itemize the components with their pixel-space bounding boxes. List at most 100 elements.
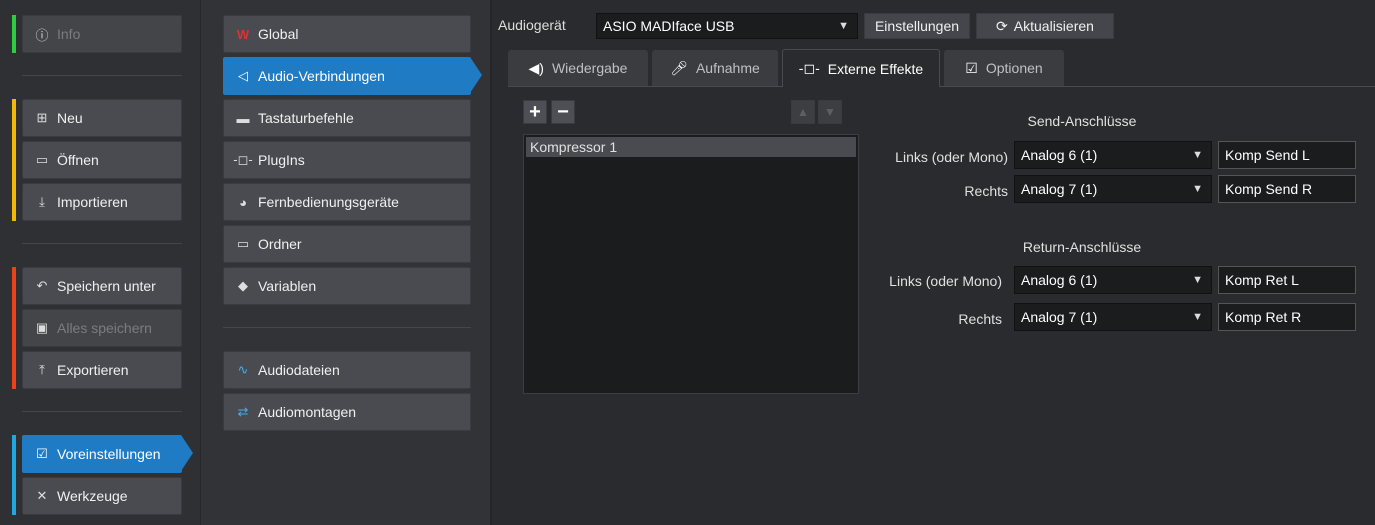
- open-label: Öffnen: [57, 152, 99, 168]
- category-plugins[interactable]: -◻- PlugIns: [223, 141, 471, 179]
- options-icon: ☑: [965, 59, 978, 76]
- active-arrow: [470, 57, 482, 93]
- settings-label: Einstellungen: [874, 18, 960, 34]
- category-variables[interactable]: ◆ Variablen: [223, 267, 471, 305]
- save-as-icon: ↶: [36, 278, 48, 293]
- category-label: PlugIns: [258, 152, 305, 168]
- category-audio-connections[interactable]: ◁ Audio-Verbindungen: [223, 57, 482, 95]
- info-icon: ⓘ: [35, 27, 49, 43]
- tab-options[interactable]: ☑ Optionen: [944, 50, 1064, 86]
- export-button[interactable]: ⤒ Exportieren: [22, 351, 182, 389]
- microphone-icon: 🎤︎: [670, 59, 688, 76]
- file-menu-panel: ⓘ Info ⊞ Neu ▭ Öffnen ⤓ Importieren ↶ Sp…: [0, 0, 200, 525]
- remote-control-icon: ◕: [239, 194, 247, 210]
- refresh-icon: ⟳: [996, 17, 1008, 34]
- prefs-accent-bar: [12, 435, 16, 515]
- return-title: Return-Anschlüsse: [1022, 239, 1142, 255]
- send-right-name-input[interactable]: Komp Send R: [1218, 175, 1356, 203]
- return-left-port-select[interactable]: Analog 6 (1) ▼: [1014, 266, 1212, 294]
- tools-icon: ✕: [36, 488, 48, 503]
- category-audio-montages[interactable]: ⇄ Audiomontagen: [223, 393, 471, 431]
- send-left-label: Links (oder Mono): [895, 149, 1008, 165]
- return-right-label: Rechts: [958, 311, 1002, 327]
- refresh-button[interactable]: ⟳ Aktualisieren: [976, 13, 1114, 39]
- settings-button[interactable]: Einstellungen: [864, 13, 970, 39]
- tab-playback[interactable]: ◀) Wiedergabe: [508, 50, 648, 86]
- return-right-name-input[interactable]: Komp Ret R: [1218, 303, 1356, 331]
- preferences-button[interactable]: ☑ Voreinstellungen: [22, 435, 193, 473]
- send-left-port-select[interactable]: Analog 6 (1) ▼: [1014, 141, 1212, 169]
- send-right-port-select[interactable]: Analog 7 (1) ▼: [1014, 175, 1212, 203]
- info-label: Info: [57, 26, 81, 42]
- tab-recording[interactable]: 🎤︎ Aufnahme: [652, 50, 778, 86]
- separator: [22, 243, 182, 244]
- plugin-icon: -◻-: [798, 60, 820, 76]
- tools-button[interactable]: ✕ Werkzeuge: [22, 477, 182, 515]
- dropdown-arrow-icon: ▼: [838, 20, 849, 32]
- category-folders[interactable]: ▭ Ordner: [223, 225, 471, 263]
- tab-external-effects[interactable]: -◻- Externe Effekte: [782, 49, 940, 87]
- folder-open-icon: ▭: [35, 152, 49, 167]
- category-label: Audiodateien: [258, 362, 340, 378]
- refresh-label: Aktualisieren: [1013, 18, 1094, 34]
- category-label: Variablen: [258, 278, 317, 294]
- save-all-icon: ▣: [35, 320, 49, 335]
- return-left-name-input[interactable]: Komp Ret L: [1218, 266, 1356, 294]
- category-label: Audiomontagen: [258, 404, 357, 420]
- audio-device-select[interactable]: ASIO MADIface USB ▼: [596, 13, 858, 39]
- new-label: Neu: [57, 110, 83, 126]
- info-button[interactable]: ⓘ Info: [22, 15, 182, 53]
- category-audio-files[interactable]: ∿ Audiodateien: [223, 351, 471, 389]
- tab-underline: [508, 86, 782, 87]
- save-all-label: Alles speichern: [57, 320, 152, 336]
- return-right-port-select[interactable]: Analog 7 (1) ▼: [1014, 303, 1212, 331]
- dropdown-arrow-icon: ▼: [1192, 183, 1203, 195]
- save-as-label: Speichern unter: [57, 278, 156, 294]
- new-button[interactable]: ⊞ Neu: [22, 99, 182, 137]
- export-icon: ⤒: [39, 362, 45, 377]
- import-button[interactable]: ⤓ Importieren: [22, 183, 182, 221]
- open-button[interactable]: ▭ Öffnen: [22, 141, 182, 179]
- category-label: Audio-Verbindungen: [258, 68, 385, 84]
- preferences-icon: ☑: [36, 446, 48, 461]
- category-remote[interactable]: ◕ Fernbedienungsgeräte: [223, 183, 471, 221]
- keyboard-icon: ▬: [236, 110, 250, 126]
- move-up-button[interactable]: ▲: [791, 100, 815, 124]
- export-label: Exportieren: [57, 362, 129, 378]
- add-effect-button[interactable]: +: [523, 100, 547, 124]
- effects-list[interactable]: Kompressor 1: [523, 134, 859, 394]
- return-left-label: Links (oder Mono): [889, 273, 1002, 289]
- send-title: Send-Anschlüsse: [1027, 113, 1137, 129]
- tools-label: Werkzeuge: [57, 488, 128, 504]
- return-right-port-value: Analog 7 (1): [1021, 309, 1098, 325]
- waveform-icon: ∿: [237, 362, 249, 377]
- return-left-port-value: Analog 6 (1): [1021, 272, 1098, 288]
- send-right-port-value: Analog 7 (1): [1021, 181, 1098, 197]
- new-file-icon: ⊞: [36, 110, 48, 125]
- remove-effect-button[interactable]: −: [551, 100, 575, 124]
- save-as-button[interactable]: ↶ Speichern unter: [22, 267, 182, 305]
- settings-panel: Audiogerät ASIO MADIface USB ▼ Einstellu…: [490, 0, 1375, 525]
- list-item[interactable]: Kompressor 1: [526, 137, 856, 157]
- tab-label: Wiedergabe: [551, 60, 628, 76]
- save-all-button[interactable]: ▣ Alles speichern: [22, 309, 182, 347]
- dropdown-arrow-icon: ▼: [1192, 311, 1203, 323]
- category-label: Fernbedienungsgeräte: [258, 194, 399, 210]
- separator: [223, 327, 471, 328]
- move-down-button[interactable]: ▼: [818, 100, 842, 124]
- category-label: Ordner: [258, 236, 302, 252]
- speaker-icon: ◀): [528, 59, 544, 76]
- tag-icon: ◆: [238, 278, 248, 293]
- category-label: Tastaturbefehle: [258, 110, 354, 126]
- send-left-name-input[interactable]: Komp Send L: [1218, 141, 1356, 169]
- folder-icon: ▭: [236, 236, 250, 251]
- category-global[interactable]: W Global: [223, 15, 471, 53]
- tab-underline: [940, 86, 1375, 87]
- plugin-icon: -◻-: [233, 152, 253, 167]
- category-shortcuts[interactable]: ▬ Tastaturbefehle: [223, 99, 471, 137]
- dropdown-arrow-icon: ▼: [1192, 274, 1203, 286]
- import-label: Importieren: [57, 194, 128, 210]
- category-label: Global: [258, 26, 299, 42]
- send-left-port-value: Analog 6 (1): [1021, 147, 1098, 163]
- tab-label: Optionen: [985, 60, 1043, 76]
